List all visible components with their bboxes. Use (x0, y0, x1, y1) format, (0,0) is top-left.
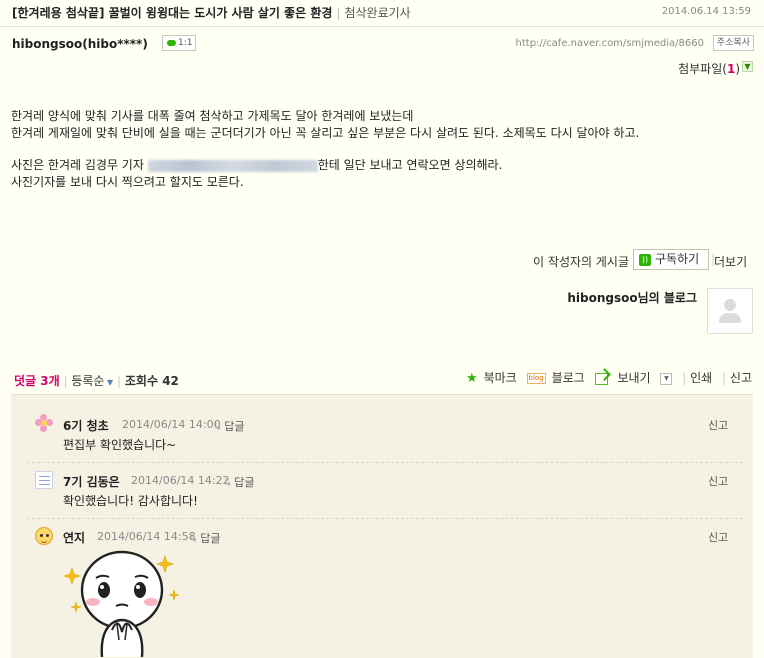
chat-label: 1:1 (178, 38, 193, 48)
chat-button[interactable]: 1:1 (162, 35, 196, 51)
reply-label: 답글 (234, 476, 255, 489)
sort-order-dropdown[interactable]: 등록순 ▼ (71, 374, 113, 388)
note-icon (35, 471, 53, 489)
body-line-3-end: 한테 일단 보내고 연락오면 상의해라. (317, 158, 503, 172)
separator: | (63, 374, 68, 388)
comment-date: 2014/06/14 14:58 (97, 530, 196, 543)
attachment-toggle[interactable]: 첨부파일(1) (678, 60, 740, 77)
reply-arrow-icon: ↳ (223, 476, 233, 489)
author-name[interactable]: hibongsoo(hibo****) (12, 37, 148, 51)
send-dropdown-icon[interactable]: ▼ (660, 372, 673, 385)
blog-name-link[interactable]: hibongsoo님의 블로그 (567, 289, 697, 306)
avatar-head (724, 299, 736, 311)
subscribe-button[interactable]: )) 구독하기 (633, 249, 709, 270)
download-arrow-icon[interactable]: ▼ (742, 61, 753, 72)
body-line-3: 사진은 한겨레 김경무 기자 한테 일단 보내고 연락오면 상의해라. (11, 156, 502, 173)
post-actions: ★ 북마크 blog 블로그 보내기 ▼ | 인쇄 | 신고 (460, 369, 752, 386)
blog-share-button[interactable]: blog 블로그 (521, 371, 585, 385)
comment-author[interactable]: 6기 청초 (63, 417, 109, 434)
reply-button[interactable]: ↳ 답글 (223, 474, 254, 490)
body-line-1: 한겨레 양식에 맞춰 기사를 대폭 줄여 첨삭하고 가제목도 달아 한겨레에 보… (11, 109, 414, 123)
subscribe-label: 구독하기 (655, 252, 700, 266)
separator: | (117, 374, 122, 388)
chevron-down-icon: ▼ (104, 378, 114, 387)
flower-icon (35, 414, 53, 432)
body-line-3-start: 사진은 한겨레 김경무 기자 (11, 158, 144, 172)
comment-author[interactable]: 7기 김동은 (63, 473, 120, 490)
more-posts-link[interactable]: 더보기 (714, 253, 747, 270)
comment-count-link[interactable]: 덧글 3개 (14, 374, 60, 388)
attachment-label: 첨부파일 (678, 62, 723, 76)
reply-button[interactable]: ↳ 답글 (213, 418, 244, 434)
reply-button[interactable]: ↳ 답글 (189, 530, 220, 546)
post-title-row: [한겨레용 첨삭끝] 꿀벌이 윙윙대는 도시가 사람 살기 좋은 환경 | 첨삭완료… (12, 4, 411, 21)
reply-label: 답글 (200, 532, 221, 545)
author-posts-link[interactable]: 이 작성자의 게시글 (533, 253, 629, 270)
post-title: [한겨레용 첨삭끝] 꿀벌이 윙윙대는 도시가 사람 살기 좋은 환경 (12, 6, 333, 20)
report-comment-button[interactable]: 신고 (708, 473, 728, 489)
body-line-2: 한겨레 게재일에 맞춰 단비에 실을 때는 군더더기가 아닌 꼭 살리고 싶은 … (11, 126, 640, 140)
comment-text: 확인했습니다! 감사합니다! (63, 494, 198, 508)
comment-divider (27, 518, 743, 519)
chat-bubble-icon (167, 39, 176, 46)
comment-divider (27, 462, 743, 463)
send-label: 보내기 (617, 371, 651, 385)
report-post-button[interactable]: 신고 (730, 371, 752, 385)
report-comment-button[interactable]: 신고 (708, 529, 728, 545)
post-url[interactable]: http://cafe.naver.com/smjmedia/8660 (516, 38, 704, 49)
blog-avatar[interactable] (707, 288, 753, 334)
star-icon: ★ (465, 371, 478, 386)
board-link[interactable]: 첨삭완료기사 (344, 6, 410, 20)
send-button[interactable]: 보내기 (589, 371, 651, 385)
reply-arrow-icon: ↳ (213, 420, 223, 433)
reply-arrow-icon: ↳ (189, 532, 199, 545)
separator: | (722, 371, 727, 385)
attachment-count: 1 (726, 62, 736, 76)
copy-url-button[interactable]: 주소복사 (712, 35, 754, 51)
comment-date: 2014/06/14 14:00 (122, 418, 221, 431)
body-line-4: 사진기자를 보내 다시 찍으려고 할지도 모른다. (11, 175, 244, 189)
comment-text: 편집부 확인했습니다~ (63, 438, 177, 452)
send-icon (594, 372, 608, 385)
report-comment-button[interactable]: 신고 (708, 417, 728, 433)
bookmark-button[interactable]: ★ 북마크 (460, 371, 517, 386)
comment-author[interactable]: 연지 (63, 529, 85, 546)
comment-date: 2014/06/14 14:22 (131, 474, 230, 487)
post-date: 2014.06.14 13:59 (661, 6, 751, 17)
comment-bar: 덧글 3개 | 등록순 ▼ | 조회수 42 (14, 372, 179, 389)
reply-label: 답글 (224, 420, 245, 433)
sort-order-label: 등록순 (71, 374, 105, 388)
avatar-body (719, 313, 741, 323)
face-icon (35, 527, 53, 545)
print-button[interactable]: 인쇄 (690, 371, 712, 385)
redacted-contact (147, 159, 318, 172)
blog-share-label: 블로그 (551, 371, 585, 385)
rss-icon: )) (639, 253, 651, 266)
title-separator: | (336, 6, 341, 20)
crying-face-sticker (63, 550, 180, 657)
bookmark-label: 북마크 (483, 371, 517, 385)
separator: | (682, 371, 687, 385)
view-count: 조회수 42 (124, 374, 179, 388)
blog-icon: blog (526, 373, 546, 384)
